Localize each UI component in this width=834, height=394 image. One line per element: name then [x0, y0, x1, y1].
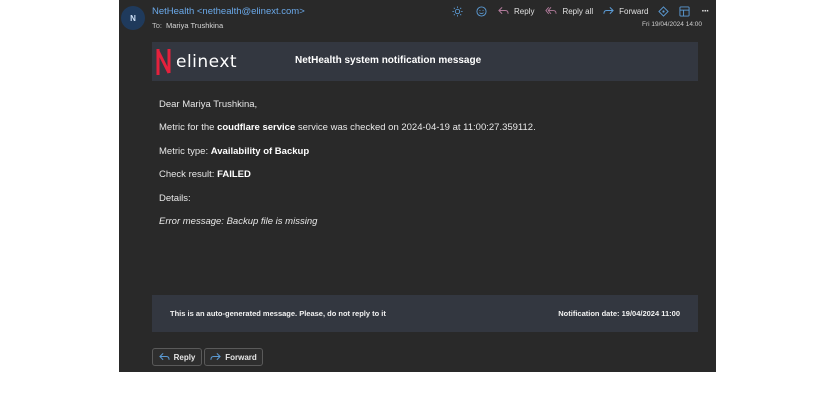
more-actions-button[interactable]: ··· — [701, 6, 709, 17]
reply-icon — [498, 6, 509, 15]
toolbar-reply-all-label: Reply all — [562, 6, 594, 16]
elinext-logo-text: elinext — [176, 51, 238, 72]
greeting: Dear Mariya Trushkina, — [159, 99, 258, 110]
reply-button-label: Reply — [173, 352, 196, 362]
metric-line: Metric for the coudflare service service… — [159, 122, 536, 133]
toolbar-reply-all-button[interactable]: Reply all — [545, 6, 593, 16]
metric-type-label: Metric type: — [159, 146, 209, 157]
elinext-logo-mark — [156, 48, 171, 75]
reply-button[interactable]: Reply — [152, 348, 202, 366]
brightness-icon[interactable] — [452, 5, 463, 17]
check-result-value: FAILED — [217, 169, 251, 180]
notification-title: NetHealth system notification message — [295, 55, 482, 66]
check-result-line: Check result: FAILED — [159, 169, 251, 180]
recipient-name[interactable]: Mariya Trushkina — [166, 21, 223, 30]
metric-prefix: Metric for the — [159, 122, 215, 133]
immersive-reader-icon[interactable] — [679, 5, 691, 17]
elinext-logo: elinext — [155, 44, 241, 79]
toolbar-reply-button[interactable]: Reply — [498, 6, 534, 16]
toolbar-reply-label: Reply — [514, 6, 535, 16]
sender-address[interactable]: NetHealth <nethealth@elinext.com> — [152, 6, 305, 17]
emoji-icon[interactable] — [476, 5, 487, 17]
received-date: Fri 19/04/2024 14:00 — [642, 21, 702, 28]
metric-type-value: Availability of Backup — [210, 146, 310, 157]
to-label: To: — [152, 21, 163, 30]
sticker-icon[interactable] — [658, 5, 670, 17]
metric-type-line: Metric type: Availability of Backup — [159, 146, 309, 157]
details-label: Details: — [159, 193, 191, 204]
sender-avatar[interactable]: N — [121, 6, 145, 30]
toolbar-forward-label: Forward — [619, 6, 649, 16]
toolbar-forward-button[interactable]: Forward — [603, 6, 648, 16]
reply-all-icon — [545, 7, 557, 15]
forward-button[interactable]: Forward — [204, 348, 263, 366]
notification-date: Notification date: 19/04/2024 11:00 — [558, 309, 680, 318]
service-name: coudflare service — [217, 122, 296, 133]
forward-button-label: Forward — [225, 352, 257, 362]
error-message-text: Error message: Backup file is missing — [159, 216, 318, 227]
message-toolbar: Reply Reply all Forward ··· — [452, 4, 709, 18]
forward-icon — [603, 6, 614, 15]
forward-icon — [210, 352, 222, 361]
auto-generated-notice: This is an auto-generated message. Pleas… — [170, 309, 386, 318]
reply-icon — [158, 352, 170, 361]
metric-suffix: service was checked on 2024-04-19 at 11:… — [297, 122, 536, 133]
error-message: Error message: Backup file is missing — [159, 216, 317, 227]
check-result-label: Check result: — [159, 169, 215, 180]
recipient-line: To: Mariya Trushkina — [152, 21, 223, 30]
